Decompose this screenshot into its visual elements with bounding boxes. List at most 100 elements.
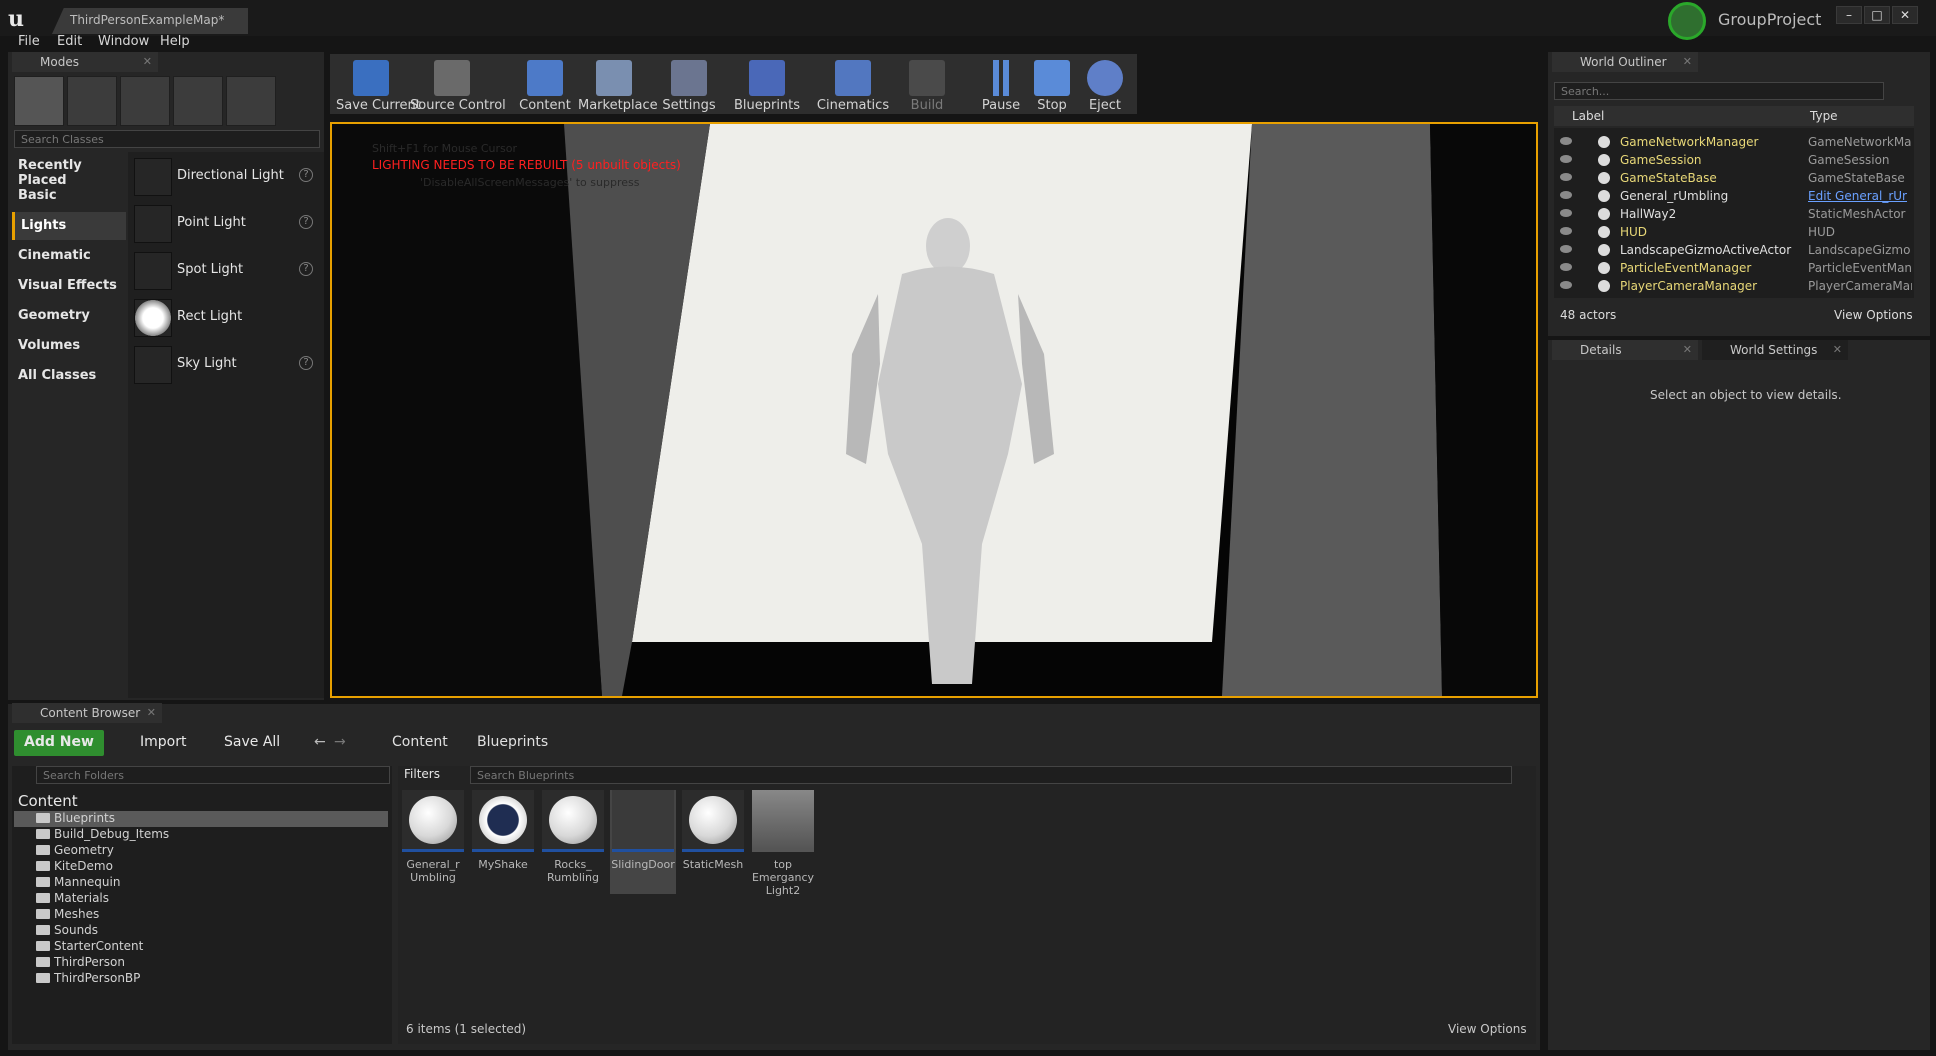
help-icon[interactable]: ? [299, 215, 313, 229]
eye-icon[interactable] [1560, 155, 1572, 163]
settings-button[interactable]: Settings [660, 54, 718, 114]
close-icon[interactable]: ✕ [1683, 55, 1692, 68]
modes-tab[interactable]: Modes ✕ [12, 52, 158, 72]
asset-slidingdoor[interactable]: SlidingDoor [610, 790, 676, 894]
class-search-input[interactable]: Search Classes [14, 130, 320, 148]
outliner-row[interactable]: GameStateBase GameStateBase [1556, 170, 1916, 188]
maximize-button[interactable]: □ [1864, 6, 1890, 24]
folder-thirdpersonbp[interactable]: ThirdPersonBP [36, 971, 140, 987]
eye-icon[interactable] [1560, 191, 1572, 199]
light-item-spot[interactable]: Spot Light? [134, 248, 320, 294]
save-current-button[interactable]: Save Current [336, 54, 421, 114]
asset-top-emergancy-light2[interactable]: top Emergancy Light2 [750, 790, 816, 897]
outliner-view-options[interactable]: View Options [1834, 308, 1913, 322]
asset-search-input[interactable]: Search Blueprints [470, 766, 1512, 784]
filters-button[interactable]: Filters [404, 767, 440, 781]
outliner-row[interactable]: HallWay2 StaticMeshActor [1556, 206, 1916, 224]
help-icon[interactable]: ? [299, 262, 313, 276]
content-browser-tab[interactable]: Content Browser ✕ [12, 703, 162, 723]
eye-icon[interactable] [1560, 263, 1572, 271]
folder-sounds[interactable]: Sounds [36, 923, 98, 939]
minimize-button[interactable]: – [1836, 6, 1862, 24]
category-geometry[interactable]: Geometry [12, 302, 126, 330]
outliner-row[interactable]: General_rUmbling Edit General_rUr [1556, 188, 1916, 206]
geometry-mode-icon[interactable] [226, 76, 276, 126]
asset-staticmesh[interactable]: StaticMesh [680, 790, 746, 894]
outliner-row[interactable]: LandscapeGizmoActiveActor LandscapeGizmo [1556, 242, 1916, 260]
eject-button[interactable]: Eject [1082, 54, 1128, 114]
project-badge[interactable]: GroupProject [1668, 2, 1828, 40]
outliner-row[interactable]: GameSession GameSession [1556, 152, 1916, 170]
eye-icon[interactable] [1560, 245, 1572, 253]
category-basic[interactable]: Basic [12, 182, 126, 210]
close-icon[interactable]: ✕ [1683, 343, 1692, 356]
menu-help[interactable]: Help [160, 34, 190, 49]
light-item-directional[interactable]: Directional Light? [134, 154, 320, 200]
breadcrumb-blueprints[interactable]: Blueprints [477, 734, 548, 750]
light-item-rect[interactable]: Rect Light [134, 295, 320, 341]
folder-search-input[interactable]: Search Folders [36, 766, 390, 784]
landscape-mode-icon[interactable] [120, 76, 170, 126]
folder-kitedemo[interactable]: KiteDemo [36, 859, 113, 875]
col-type[interactable]: Type [1810, 109, 1838, 123]
eye-icon[interactable] [1560, 137, 1572, 145]
close-button[interactable]: ✕ [1892, 6, 1918, 24]
paint-mode-icon[interactable] [67, 76, 117, 126]
close-icon[interactable]: ✕ [143, 55, 152, 68]
category-all-classes[interactable]: All Classes [12, 362, 126, 390]
blueprints-button[interactable]: Blueprints [732, 54, 802, 114]
cb-view-options[interactable]: View Options [1448, 1022, 1527, 1036]
folder-mannequin[interactable]: Mannequin [36, 875, 120, 891]
back-arrow-icon[interactable]: ← [314, 734, 326, 750]
eye-icon[interactable] [1560, 281, 1572, 289]
folder-startercontent[interactable]: StarterContent [36, 939, 143, 955]
forward-arrow-icon[interactable]: → [334, 734, 346, 750]
folder-thirdperson[interactable]: ThirdPerson [36, 955, 125, 971]
help-icon[interactable]: ? [299, 168, 313, 182]
category-cinematic[interactable]: Cinematic [12, 242, 126, 270]
help-icon[interactable]: ? [299, 356, 313, 370]
details-tab[interactable]: Details ✕ [1552, 340, 1698, 360]
menu-file[interactable]: File [18, 34, 40, 49]
save-all-button[interactable]: Save All [214, 730, 290, 756]
level-viewport[interactable]: Shift+F1 for Mouse Cursor LIGHTING NEEDS… [330, 122, 1538, 698]
marketplace-button[interactable]: Marketplace [578, 54, 658, 114]
folder-meshes[interactable]: Meshes [36, 907, 99, 923]
foliage-mode-icon[interactable] [173, 76, 223, 126]
outliner-row[interactable]: GameNetworkManager GameNetworkMan [1556, 134, 1916, 152]
menu-window[interactable]: Window [98, 34, 149, 49]
folder-geometry[interactable]: Geometry [36, 843, 114, 859]
pause-button[interactable]: Pause [978, 54, 1024, 114]
menu-edit[interactable]: Edit [57, 34, 82, 49]
col-label[interactable]: Label [1572, 109, 1604, 123]
category-recently-placed[interactable]: Recently Placed [12, 152, 126, 188]
add-new-button[interactable]: Add New [14, 730, 104, 756]
folder-build-debug[interactable]: Build_Debug_Items [36, 827, 169, 843]
category-visual-effects[interactable]: Visual Effects [12, 272, 126, 300]
light-item-point[interactable]: Point Light? [134, 201, 320, 247]
source-control-button[interactable]: Source Control [410, 54, 506, 114]
category-lights[interactable]: Lights [12, 212, 126, 240]
outliner-row[interactable]: ParticleEventManager ParticleEventMan [1556, 260, 1916, 278]
light-item-sky[interactable]: Sky Light? [134, 342, 320, 388]
outliner-search-input[interactable]: Search... [1554, 82, 1884, 100]
place-mode-icon[interactable] [14, 76, 64, 126]
stop-button[interactable]: Stop [1030, 54, 1074, 114]
category-volumes[interactable]: Volumes [12, 332, 126, 360]
asset-general-rumbling[interactable]: General_r Umbling [400, 790, 466, 894]
eye-icon[interactable] [1560, 173, 1572, 181]
eye-icon[interactable] [1560, 209, 1572, 217]
eye-icon[interactable] [1560, 227, 1572, 235]
folder-root[interactable]: Content [18, 792, 78, 810]
asset-myshake[interactable]: MyShake [470, 790, 536, 894]
outliner-row[interactable]: HUD HUD [1556, 224, 1916, 242]
map-tab[interactable]: ThirdPersonExampleMap* [52, 8, 248, 34]
content-button[interactable]: Content [518, 54, 572, 114]
import-button[interactable]: Import [130, 730, 196, 756]
folder-materials[interactable]: Materials [36, 891, 109, 907]
edit-blueprint-link[interactable]: Edit General_rUr [1808, 189, 1912, 203]
cinematics-button[interactable]: Cinematics [814, 54, 892, 114]
outliner-row[interactable]: PlayerCameraManager PlayerCameraMar [1556, 278, 1916, 296]
close-icon[interactable]: ✕ [147, 706, 156, 719]
close-icon[interactable]: ✕ [1833, 343, 1842, 356]
